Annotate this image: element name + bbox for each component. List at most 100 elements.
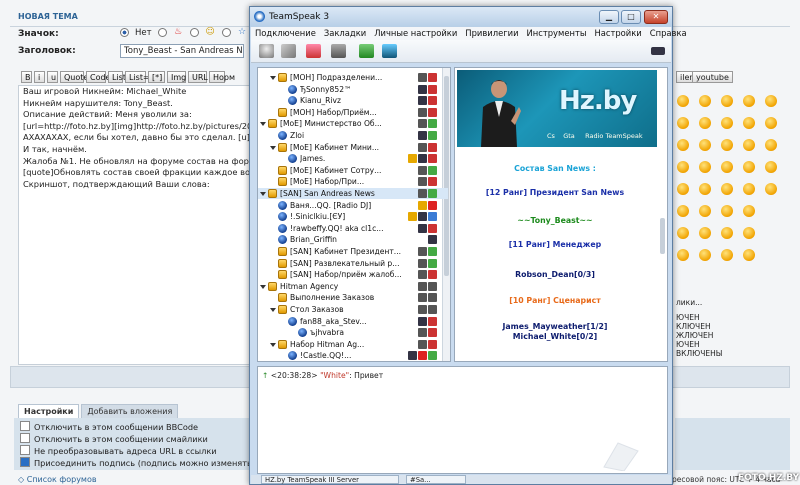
tree-channel[interactable]: Выполнение Заказов [258, 292, 448, 303]
smiley-icon[interactable] [721, 95, 733, 107]
menu-item[interactable]: Подключение [251, 27, 320, 40]
tree-channel[interactable]: Стол Заказов [258, 304, 448, 315]
smiley-icon[interactable] [677, 95, 689, 107]
menu-item[interactable]: Справка [646, 27, 691, 40]
channel-icon[interactable] [382, 44, 397, 58]
menu-item[interactable]: Закладки [320, 27, 370, 40]
smiley-more-link[interactable]: лики... [676, 298, 702, 307]
icon-radio[interactable] [189, 28, 199, 37]
smiley-icon[interactable] [677, 161, 689, 173]
tree-user[interactable]: fan88_aka_Stev... [258, 316, 448, 327]
forum-list-link[interactable]: ◇ Список форумов [18, 475, 97, 484]
chat-name[interactable]: "White" [320, 371, 349, 380]
smiley-icon[interactable] [699, 161, 711, 173]
icon-radio[interactable] [221, 28, 231, 37]
contacts-icon[interactable] [359, 44, 374, 58]
bbcode-button[interactable]: [*] [148, 71, 165, 83]
bbcode-button[interactable]: List [108, 71, 126, 83]
tree-user[interactable]: Ваня...QQ. [Radio DJ] [258, 200, 448, 211]
bbcode-youtube-button[interactable]: youtube [692, 71, 733, 83]
tree-channel[interactable]: [МОН] Подразделени... [258, 72, 448, 83]
tree-user[interactable]: ъjhvabra [258, 327, 448, 338]
smiley-icon[interactable] [699, 117, 711, 129]
bbcode-button[interactable]: URL [188, 71, 208, 83]
bbcode-button[interactable]: List= [125, 71, 150, 83]
smiley-icon[interactable] [677, 183, 689, 195]
tree-channel[interactable]: [МоЕ] Министерство Об... [258, 118, 448, 129]
checkbox[interactable] [20, 445, 30, 455]
minimize-button[interactable]: ▁ [599, 10, 619, 24]
smiley-icon[interactable] [721, 183, 733, 195]
connect-icon[interactable] [259, 44, 274, 58]
bbcode-button[interactable]: Code [86, 71, 110, 83]
smiley-icon[interactable] [699, 227, 711, 239]
tree-channel[interactable]: Набор Hitman Ag... [258, 339, 448, 350]
smiley-icon[interactable] [699, 183, 711, 195]
option-no-urls[interactable]: Не преобразовывать адреса URL в ссылки [20, 445, 217, 456]
expand-arrow-icon[interactable] [260, 122, 266, 127]
tree-channel[interactable]: [МОН] Набор/Приём... [258, 107, 448, 118]
smiley-icon[interactable] [765, 95, 777, 107]
checkbox[interactable] [20, 421, 30, 431]
smiley-icon[interactable] [743, 249, 755, 261]
smiley-icon[interactable] [743, 117, 755, 129]
info-scrollbar[interactable] [659, 68, 667, 361]
tab-attachments[interactable]: Добавить вложения [81, 404, 179, 419]
tree-channel[interactable]: [МоЕ] Кабинет Сотру... [258, 165, 448, 176]
maximize-button[interactable]: □ [621, 10, 641, 24]
expand-arrow-icon[interactable] [270, 342, 276, 347]
tree-channel[interactable]: [МоЕ] Набор/При... [258, 176, 448, 187]
smiley-icon[interactable] [721, 139, 733, 151]
tree-user[interactable]: !.Siniclkiu.[ЄУ] [258, 211, 448, 222]
menu-item[interactable]: Настройки [590, 27, 645, 40]
icon-none-radio[interactable] [120, 28, 129, 37]
smiley-icon[interactable] [765, 161, 777, 173]
tree-channel[interactable]: [МоЕ] Кабинет Мини... [258, 142, 448, 153]
tree-user[interactable]: James. [258, 153, 448, 164]
tree-user[interactable]: !rawbeffy.QQ! aka cl1c... [258, 223, 448, 234]
mute-speaker-icon[interactable] [331, 44, 346, 58]
tree-channel[interactable]: [SAN] Кабинет Президент... [258, 246, 448, 257]
expand-arrow-icon[interactable] [270, 145, 276, 150]
smiley-icon[interactable] [699, 95, 711, 107]
menu-item[interactable]: Привилегии [461, 27, 522, 40]
tree-channel[interactable]: Hitman Agency [258, 281, 448, 292]
smiley-icon[interactable] [743, 139, 755, 151]
bbcode-button[interactable]: u [47, 71, 58, 83]
tree-user[interactable]: !Castle.QQ!... [258, 350, 448, 361]
message-textarea[interactable]: Ваш игровой Никнейм: Michael_White Никней… [18, 85, 250, 365]
checkbox[interactable] [20, 433, 30, 443]
smiley-icon[interactable] [677, 249, 689, 261]
smiley-icon[interactable] [721, 161, 733, 173]
tree-user[interactable]: ЂSonny852™ [258, 84, 448, 95]
smiley-icon[interactable] [743, 227, 755, 239]
smiley-icon[interactable] [677, 205, 689, 217]
bbcode-button[interactable]: B [21, 71, 32, 83]
tree-channel[interactable]: [SAN] Набор/приём жалоб... [258, 269, 448, 280]
smiley-icon[interactable] [699, 139, 711, 151]
smiley-icon[interactable] [721, 249, 733, 261]
away-icon[interactable] [306, 44, 321, 58]
smiley-icon[interactable] [743, 183, 755, 195]
bbcode-button[interactable]: Quote [60, 71, 88, 83]
smiley-icon[interactable] [743, 205, 755, 217]
option-disable-bbcode[interactable]: Отключить в этом сообщении BBCode [20, 421, 198, 432]
server-tab[interactable]: HZ.by TeamSpeak III Server [261, 475, 399, 484]
bbcode-button[interactable]: Норм [209, 71, 235, 83]
smiley-icon[interactable] [721, 117, 733, 129]
bbcode-button[interactable]: Img [167, 71, 186, 83]
expand-arrow-icon[interactable] [260, 284, 266, 289]
smiley-icon[interactable] [743, 161, 755, 173]
tree-user[interactable]: Brian_Griffin [258, 234, 448, 245]
close-button[interactable]: ✕ [644, 10, 668, 24]
title-bar[interactable]: TeamSpeak 3 ▁ □ ✕ [250, 7, 672, 27]
bbcode-button[interactable]: i [34, 71, 45, 83]
smiley-icon[interactable] [765, 183, 777, 195]
option-disable-smilies[interactable]: Отключить в этом сообщении смайлики [20, 433, 208, 444]
checkbox-checked[interactable] [20, 457, 30, 467]
smiley-icon[interactable] [677, 117, 689, 129]
smiley-icon[interactable] [677, 227, 689, 239]
disconnect-icon[interactable] [281, 44, 296, 58]
expand-arrow-icon[interactable] [270, 76, 276, 80]
expand-arrow-icon[interactable] [270, 308, 276, 312]
